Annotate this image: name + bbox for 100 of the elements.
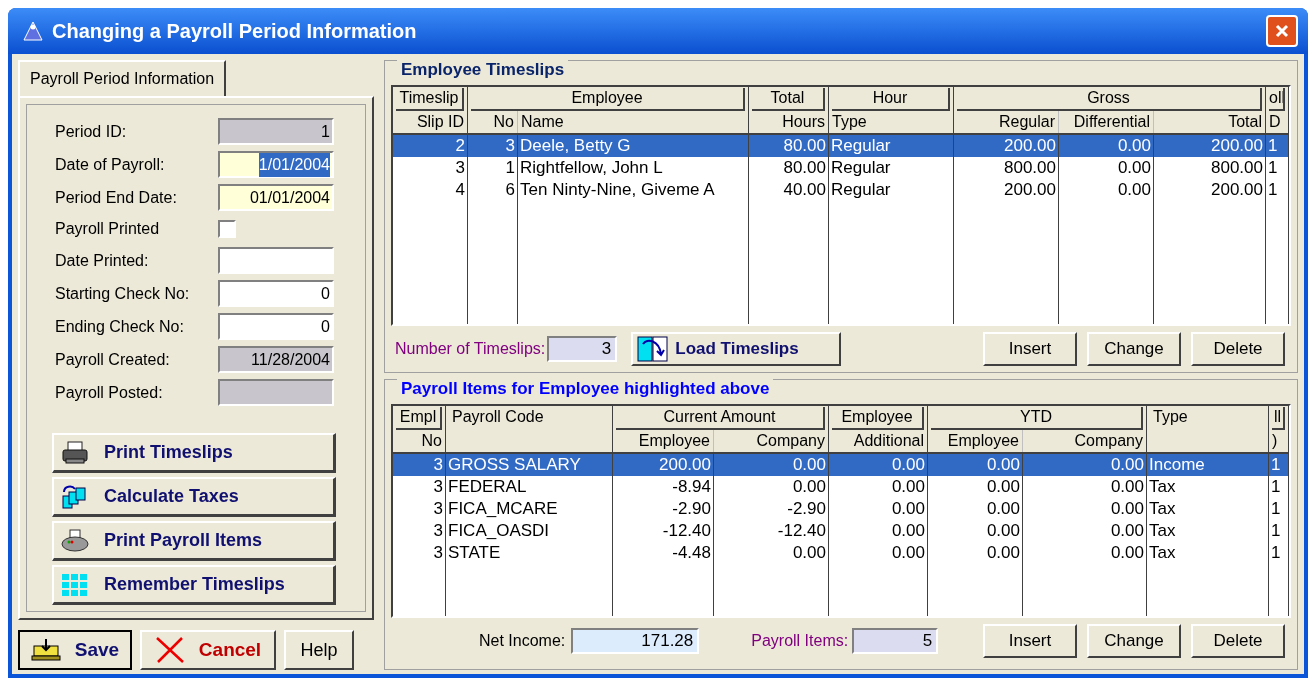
table-cell-text: 0.00 xyxy=(985,520,1021,542)
table-cell-text: 1 xyxy=(1270,476,1282,498)
count-field: 3 xyxy=(547,336,618,362)
input-field[interactable]: 01/01/2004 xyxy=(218,184,334,211)
refresh-icon xyxy=(637,336,670,362)
table-cell-text: FICA_MCARE xyxy=(447,498,559,520)
column-header[interactable]: Differential xyxy=(1059,110,1154,133)
input-field[interactable]: 1 xyxy=(218,118,334,145)
action-button[interactable]: Remember Timeslips xyxy=(52,565,336,605)
column-header[interactable]: Type xyxy=(1147,406,1268,452)
app-icon xyxy=(22,20,44,42)
table-cell: 0.00 xyxy=(1023,454,1146,476)
table-cell-text: Tax xyxy=(1148,542,1177,564)
table-cell-text: 0.00 xyxy=(985,498,1021,520)
table-cell-text: FICA_OASDI xyxy=(447,520,551,542)
column-header[interactable]: Company xyxy=(1023,430,1146,452)
count-label: Number of Timeslips: xyxy=(395,339,546,359)
column-header[interactable]: Type xyxy=(829,110,953,133)
table-cell: 1 xyxy=(1266,134,1288,157)
column-header[interactable]: Company xyxy=(714,430,828,452)
table-cell: 200.00 xyxy=(613,454,713,476)
action-button[interactable]: Print Payroll Items xyxy=(52,521,336,561)
checkbox[interactable] xyxy=(218,220,236,238)
table-cell-text: 1 xyxy=(1270,542,1282,564)
column-header[interactable]: Payroll Code xyxy=(446,406,612,452)
column-header[interactable]: Employee xyxy=(928,430,1023,452)
table-cell-text: 0.00 xyxy=(985,476,1021,498)
grid-action-button[interactable]: Insert xyxy=(983,624,1077,658)
grid-action-button[interactable]: Delete xyxy=(1191,332,1285,366)
grid-action-button[interactable]: Delete xyxy=(1191,624,1285,658)
table-cell-text: 800.00 xyxy=(1210,156,1264,179)
count-label: Payroll Items: xyxy=(751,631,849,651)
column-group-header: ll xyxy=(1272,407,1285,430)
action-button[interactable]: Print Timeslips xyxy=(52,433,336,473)
table-cell-text: -2.90 xyxy=(671,498,712,520)
table-cell-text: -8.94 xyxy=(671,476,712,498)
table-cell-text: -12.40 xyxy=(661,520,712,542)
table-cell-text: 0.00 xyxy=(1109,476,1145,498)
help-button[interactable]: Help xyxy=(284,630,354,670)
input-field[interactable]: 11/28/2004 xyxy=(218,346,334,373)
input-field[interactable] xyxy=(218,379,334,406)
cancel-button[interactable]: Cancel xyxy=(140,630,276,670)
input-field[interactable]: 1/01/2004 xyxy=(218,151,334,178)
table-cell-text: 0.00 xyxy=(1109,498,1145,520)
table-cell: 0.00 xyxy=(714,454,828,476)
column-header[interactable]: Name xyxy=(518,110,748,133)
table-cell-text: 4 xyxy=(454,178,466,201)
grid-action-button[interactable]: Change xyxy=(1087,624,1181,658)
action-button[interactable]: Calculate Taxes xyxy=(52,477,336,517)
tab[interactable]: Payroll Period Information xyxy=(18,60,227,96)
column-header[interactable]: No xyxy=(393,430,445,452)
column-header[interactable]: Total xyxy=(1154,110,1265,133)
table-cell-text: Tax xyxy=(1148,498,1177,520)
column-header[interactable]: Hours xyxy=(749,110,828,133)
table-cell-text: 6 xyxy=(504,178,516,201)
table-cell-text: 3 xyxy=(432,520,444,542)
fax-machine-icon xyxy=(60,527,90,554)
column-group-header: YTD xyxy=(931,407,1143,430)
table-cell-text: 1 xyxy=(1267,178,1279,201)
table-cell-text: 800.00 xyxy=(1003,156,1057,179)
table-cell-text: 1 xyxy=(1270,520,1282,542)
grid-action-button[interactable]: Insert xyxy=(983,332,1077,366)
column-header[interactable]: ) xyxy=(1269,430,1288,452)
table-cell-text: 0.00 xyxy=(890,498,926,520)
group-title: Payroll Items for Employee highlighted above xyxy=(397,378,774,400)
table-cell-text: 0.00 xyxy=(1116,178,1152,201)
table-cell-text: 0.00 xyxy=(791,476,827,498)
table-cell: 200.00 xyxy=(1154,134,1265,157)
printer-icon xyxy=(60,439,90,466)
column-header[interactable]: Employee xyxy=(613,430,714,452)
field-label: Ending Check No: xyxy=(55,317,184,335)
table-cell: 3 xyxy=(468,134,517,157)
column-group-header: Employee xyxy=(471,87,745,111)
column-header[interactable]: No xyxy=(468,110,518,133)
window-title: Changing a Payroll Period Information xyxy=(52,19,417,44)
table-cell-text: 3 xyxy=(432,476,444,498)
column-group-header: Total xyxy=(752,87,825,111)
column-header[interactable]: Slip ID xyxy=(393,110,467,133)
table-cell: Deele, Betty G xyxy=(518,134,748,157)
table-cell-text: 0.00 xyxy=(1109,542,1145,564)
table-cell: 0.00 xyxy=(928,454,1022,476)
column-group-header: Gross xyxy=(957,87,1262,111)
load-timeslips-button[interactable]: Load Timeslips xyxy=(631,332,842,366)
column-header[interactable]: Regular xyxy=(954,110,1059,133)
group-title: Employee Timeslips xyxy=(397,59,569,81)
input-field[interactable] xyxy=(218,247,334,274)
table-cell: Income xyxy=(1147,454,1268,476)
field-label: Date of Payroll: xyxy=(55,155,165,173)
table-cell-text: 3 xyxy=(454,156,466,179)
grid-action-button[interactable]: Change xyxy=(1087,332,1181,366)
table-cell-text: Rightfellow, John L xyxy=(519,156,664,179)
save-button[interactable]: Save xyxy=(18,630,132,670)
column-header[interactable]: D xyxy=(1266,110,1288,133)
input-field[interactable]: 0 xyxy=(218,313,334,340)
input-field[interactable]: 0 xyxy=(218,280,334,307)
close-button[interactable] xyxy=(1266,15,1298,47)
table-cell-text: -12.40 xyxy=(776,520,827,542)
table-cell: 1 xyxy=(1269,454,1288,476)
table-cell-text: Tax xyxy=(1148,476,1177,498)
column-header[interactable]: Additional xyxy=(829,430,927,452)
